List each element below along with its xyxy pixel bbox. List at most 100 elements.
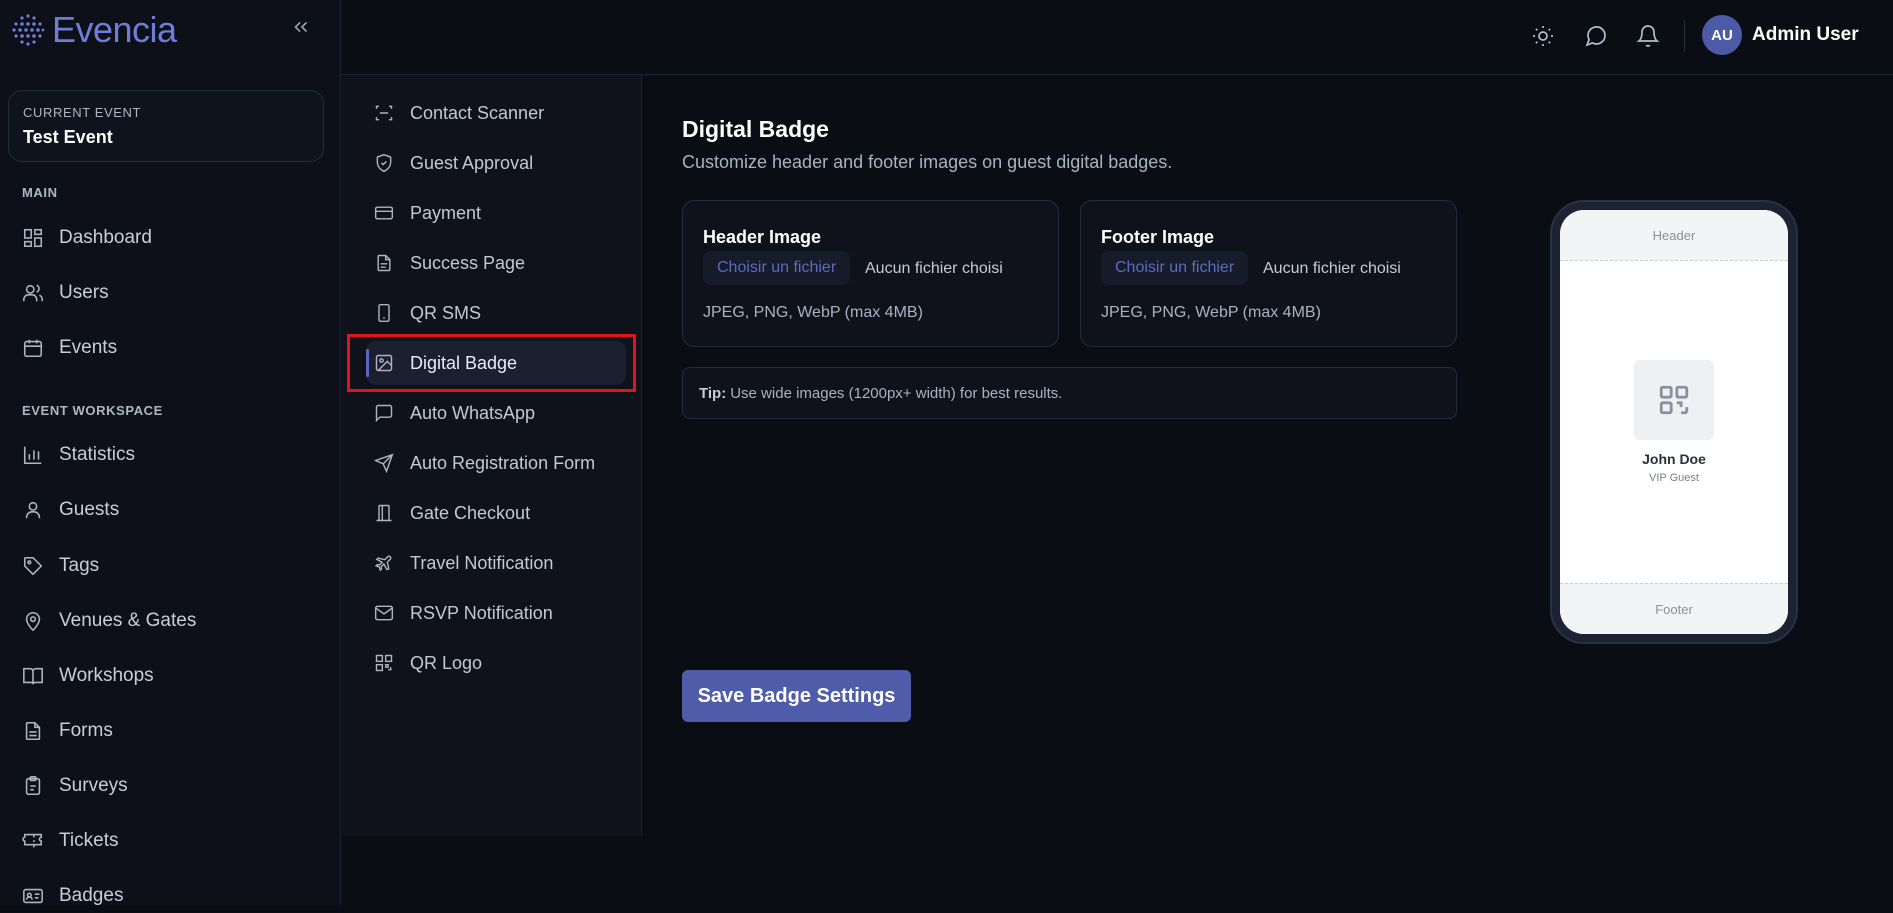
sidebar-item-events[interactable]: Events [22,331,117,365]
subnav-item-success-page[interactable]: Success Page [366,241,626,285]
subnav-item-label: Digital Badge [410,352,518,373]
preview-guest-role: VIP Guest [1649,472,1699,484]
dashboard-icon [23,228,43,248]
plane-icon [374,555,392,572]
qr-code-icon [1659,385,1689,415]
clipboard-icon [25,776,41,796]
topbar-divider [1684,20,1685,52]
header-image-card: Header Image Choisir un fichier Aucun fi… [682,200,1059,347]
subnav-item-label: Guest Approval [410,152,534,173]
send-icon [374,453,394,473]
preview-header: Header [1560,210,1788,261]
subnav-item-gate-checkout[interactable]: Gate Checkout [366,491,626,535]
sidebar-item-dashboard[interactable]: Dashboard [22,221,152,255]
sidebar-item-label: Events [59,337,118,358]
subnav-item-label: RSVP Notification [410,602,553,623]
smartphone-icon [378,303,390,323]
subnav-item-label: QR SMS [410,302,482,323]
sidebar-item-statistics[interactable]: Statistics [22,438,135,472]
subnav-item-label: Contact Scanner [410,102,545,123]
current-event-name: Test Event [23,127,113,147]
tip-box: Tip: Use wide images (1200px+ width) for… [682,367,1457,419]
sidebar-item-tickets[interactable]: Tickets [22,824,118,858]
footer-image-card: Footer Image Choisir un fichier Aucun fi… [1080,200,1457,347]
subnav-item-label: Gate Checkout [410,502,531,523]
sidebar-item-label: Users [59,282,109,303]
subnav-item-contact-scanner[interactable]: Contact Scanner [366,91,626,135]
sidebar-item-label: Forms [59,720,113,741]
subnav-item-label: Travel Notification [410,552,554,573]
sidebar-item-venues-gates[interactable]: Venues & Gates [22,604,196,638]
subnav-item-payment[interactable]: Payment [366,191,626,235]
sidebar-item-label: Dashboard [59,227,152,248]
tip-text: Use wide images (1200px+ width) for best… [730,384,1063,402]
avatar[interactable]: AU [1702,15,1742,55]
users-icon [23,284,43,302]
sidebar-item-label: Workshops [59,665,154,686]
subnav-item-label: Success Page [410,252,526,273]
main-sidebar: Evencia CURRENT EVENT Test Event MAIN Da… [0,0,341,906]
sidebar-item-label: Tags [59,555,100,576]
subnav-item-label: Auto Registration Form [410,452,596,473]
settings-subnav: Contact Scanner Guest Approval Payment S… [342,75,642,836]
subnav-item-rsvp-notification[interactable]: RSVP Notification [366,591,626,635]
current-event-card[interactable]: CURRENT EVENT Test Event [8,90,324,162]
preview-qr-box [1634,360,1714,440]
user-name[interactable]: Admin User [1752,24,1859,46]
collapse-sidebar-icon[interactable] [290,16,312,38]
sidebar-item-label: Badges [59,885,124,906]
subnav-item-auto-registration-form[interactable]: Auto Registration Form [366,441,626,485]
image-icon [375,354,393,372]
sidebar-item-users[interactable]: Users [22,276,109,310]
messages-icon[interactable] [1584,24,1608,48]
footer-file-hint: JPEG, PNG, WebP (max 4MB) [1101,304,1321,321]
sidebar-item-tags[interactable]: Tags [22,549,99,583]
subnav-item-auto-whatsapp[interactable]: Auto WhatsApp [366,391,626,435]
subnav-item-qr-logo[interactable]: QR Logo [366,641,626,685]
sidebar-item-badges[interactable]: Badges [22,879,123,913]
logo-dots-icon [12,14,45,46]
map-pin-icon [25,611,41,632]
bar-chart-icon [23,446,42,465]
ticket-icon [22,833,43,848]
notifications-bell-icon[interactable] [1636,24,1660,48]
sidebar-item-guests[interactable]: Guests [22,493,119,527]
shield-check-icon [376,153,392,173]
message-icon [375,404,393,423]
subnav-item-label: Payment [410,202,482,223]
badge-preview-screen: Header John Doe VIP Guest Footer [1560,210,1788,634]
door-icon [376,504,392,522]
subnav-item-travel-notification[interactable]: Travel Notification [366,541,626,585]
calendar-icon [23,339,43,358]
header-choose-file-button[interactable]: Choisir un fichier [703,251,851,285]
section-workspace-label: EVENT WORKSPACE [22,403,163,418]
sidebar-item-label: Guests [59,499,120,520]
header-file-hint: JPEG, PNG, WebP (max 4MB) [703,304,923,321]
header-file-status: Aucun fichier choisi [865,260,1003,277]
brand-logo[interactable]: Evencia [10,9,177,50]
subnav-item-qr-sms[interactable]: QR SMS [366,291,626,335]
sidebar-item-label: Venues & Gates [59,610,197,631]
mail-icon [374,605,394,621]
subnav-item-digital-badge[interactable]: Digital Badge [366,341,626,385]
section-main-label: MAIN [22,185,58,200]
header-image-title: Header Image [703,227,822,247]
footer-image-title: Footer Image [1101,227,1215,247]
id-card-icon [23,888,43,904]
sidebar-item-surveys[interactable]: Surveys [22,769,128,803]
sidebar-item-label: Statistics [59,444,136,465]
subnav-item-label: Auto WhatsApp [410,402,536,423]
user-icon [25,501,41,519]
sidebar-item-workshops[interactable]: Workshops [22,659,154,693]
subnav-item-guest-approval[interactable]: Guest Approval [366,141,626,185]
save-badge-settings-button[interactable]: Save Badge Settings [682,670,911,722]
badge-phone-preview: Header John Doe VIP Guest Footer [1550,200,1798,644]
brand-name: Evencia [52,9,177,50]
sidebar-item-forms[interactable]: Forms [22,714,113,748]
page-title: Digital Badge [682,116,829,142]
sidebar-item-label: Surveys [59,775,128,796]
file-text-icon [25,721,41,741]
footer-choose-file-button[interactable]: Choisir un fichier [1101,251,1249,285]
theme-toggle-sun-icon[interactable] [1531,24,1555,48]
file-icon [377,254,391,272]
